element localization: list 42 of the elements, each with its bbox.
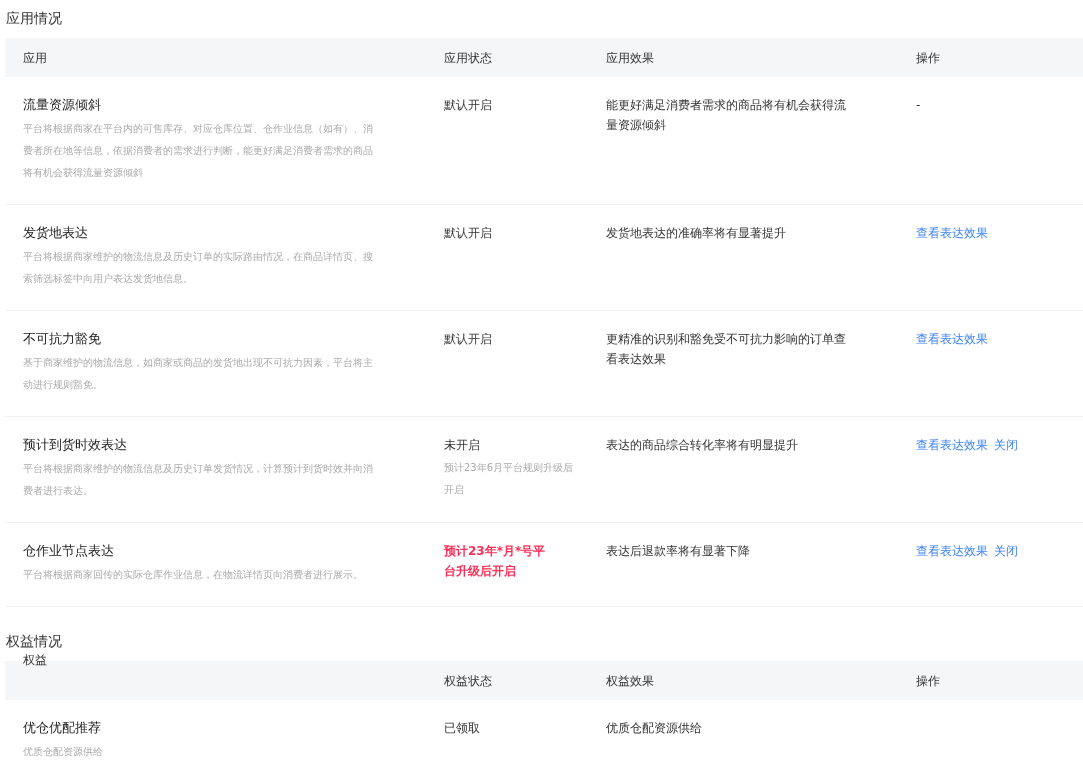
item-description: 基于商家维护的物流信息，如商家或商品的发货地出现不可抗力因素，平台将主动进行规则豁免。 <box>23 356 373 392</box>
item-description: 平台将根据商家维护的物流信息及历史订单发货情况，计算预计到货时效并向消费者进行表达。 <box>23 462 373 498</box>
column-header: 操作 <box>916 672 941 690</box>
item-name: 优仓优配推荐 <box>23 719 102 737</box>
column-header: 操作 <box>916 49 941 67</box>
status-text: 未开启 <box>444 437 481 454</box>
item-description: 平台将根据商家维护的物流信息及历史订单的实际路由情况，在商品详情页、搜索筛选标签中向用户表达发货地信息。 <box>23 250 373 286</box>
column-header: 应用状态 <box>444 49 493 67</box>
action-link[interactable]: 关闭 <box>994 541 1018 586</box>
effect-text: 发货地表达的准确率将有显著提升 <box>606 225 787 242</box>
action-link[interactable]: 查看表达效果 <box>916 223 988 290</box>
effect-text: 更精准的识别和豁免受不可抗力影响的订单查看表达效果 <box>606 331 847 368</box>
column-header: 权益状态 <box>444 672 493 690</box>
effect-text: 优质仓配资源供给 <box>606 720 703 737</box>
section-title: 应用情况 <box>5 9 63 28</box>
status-text: 默认开启 <box>444 225 493 242</box>
effect-text: 表达后退款率将有显著下降 <box>606 543 751 560</box>
action-link[interactable]: 查看表达效果 <box>916 541 988 586</box>
effect-text: 表达的商品综合转化率将有明显提升 <box>606 437 799 454</box>
item-description: 平台将根据商家回传的实际仓库作业信息，在物流详情页向消费者进行展示。 <box>23 568 364 582</box>
column-header: 应用 <box>23 49 48 67</box>
item-name: 流量资源倾斜 <box>23 96 102 114</box>
item-description: 优质仓配资源供给 <box>23 745 104 759</box>
status-text: 默认开启 <box>444 97 493 114</box>
action-link[interactable]: 关闭 <box>994 435 1018 502</box>
status-text: 默认开启 <box>444 331 493 348</box>
section-title: 权益情况 <box>5 632 63 651</box>
item-name: 预计到货时效表达 <box>23 436 128 454</box>
action-link[interactable]: 查看表达效果 <box>916 329 988 396</box>
item-name: 不可抗力豁免 <box>23 330 102 348</box>
item-name: 仓作业节点表达 <box>23 542 115 560</box>
status-text: 已领取 <box>444 720 481 737</box>
status-text: 预计23年*月*号平台升级后开启 <box>444 543 547 580</box>
empty-text: - <box>916 97 921 114</box>
item-description: 平台将根据商家在平台内的可售库存、对应仓库位置、仓作业信息（如有）、消费者所在地等信息，依据消费者的需求进行判断，能更好满足消费者需求的商品将有机会获得流量资源倾斜 <box>23 122 373 180</box>
item-name: 发货地表达 <box>23 224 89 242</box>
column-header: 应用效果 <box>606 49 655 67</box>
effect-text: 能更好满足消费者需求的商品将有机会获得流量资源倾斜 <box>606 97 847 134</box>
status-note: 预计23年6月平台规则升级后开启 <box>444 461 575 497</box>
action-link[interactable]: 查看表达效果 <box>916 435 988 502</box>
column-header: 权益 <box>23 652 48 669</box>
column-header: 权益效果 <box>606 672 655 690</box>
